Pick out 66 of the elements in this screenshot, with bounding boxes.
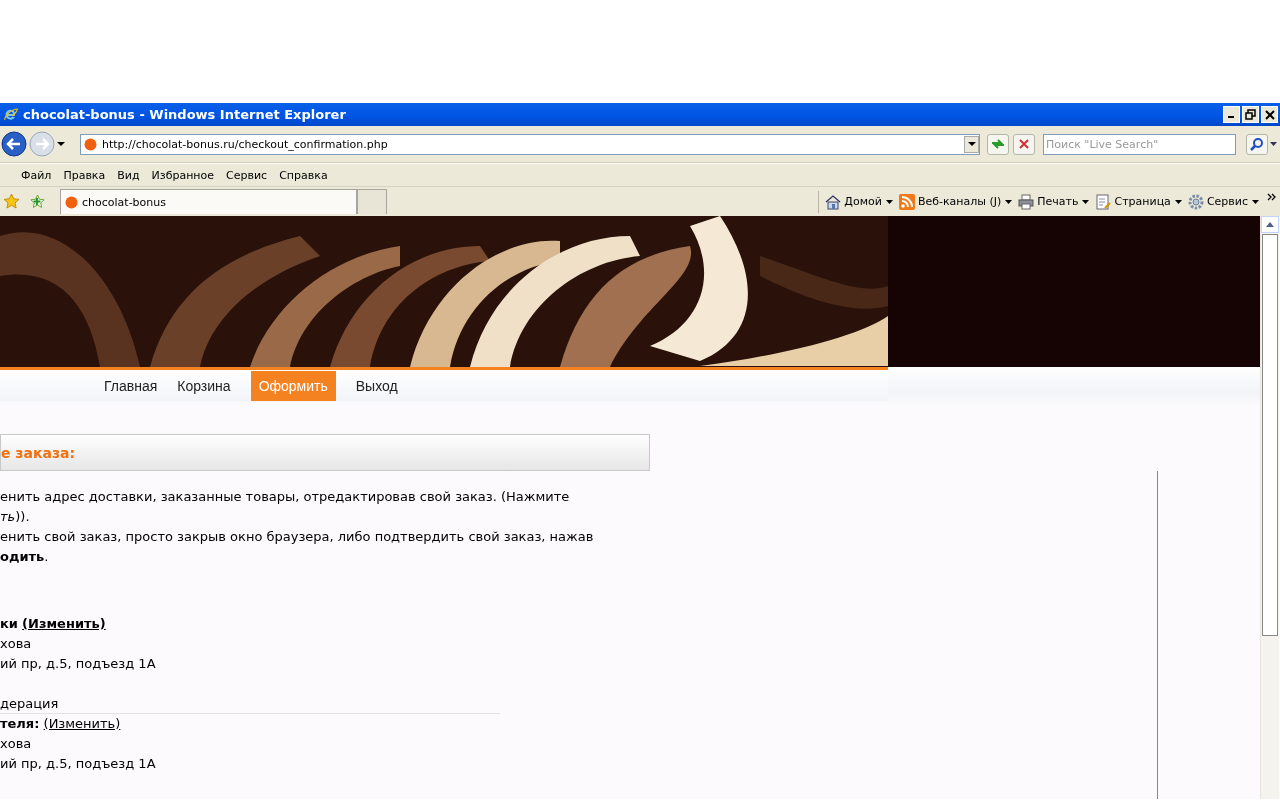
scrollbar[interactable]: [1260, 216, 1279, 799]
refresh-button[interactable]: [987, 133, 1009, 155]
dropdown-arrow-icon[interactable]: [1005, 199, 1013, 204]
toolbar-button[interactable]: Страница: [1093, 193, 1173, 210]
toolbar-button[interactable]: Сервис: [1185, 193, 1250, 210]
nav-link[interactable]: Главная: [96, 370, 166, 401]
section-heading: теля:: [0, 716, 40, 731]
edit-link[interactable]: (Изменить): [43, 716, 121, 731]
menu-item[interactable]: Файл: [15, 166, 58, 184]
restore-button[interactable]: [1242, 106, 1259, 123]
nav-link[interactable]: Корзина: [169, 370, 239, 401]
dropdown-arrow-icon[interactable]: [1252, 199, 1259, 204]
feed-icon: [898, 193, 915, 210]
panel-title: е заказа:: [0, 434, 650, 471]
browser-logo-icon: [3, 106, 19, 123]
instruction-text: енить адрес доставки, заказанные товары, отредактировав свой заказ. (Нажмите: [0, 488, 571, 506]
chevron-icon[interactable]: [1267, 192, 1276, 201]
menu-item[interactable]: Сервис: [220, 166, 274, 184]
page-icon: [1095, 193, 1112, 210]
back-button[interactable]: [1, 131, 27, 157]
printer-icon: [1018, 193, 1035, 210]
stop-button[interactable]: [1013, 133, 1035, 155]
toolbar-button[interactable]: Печать: [1016, 193, 1081, 210]
favorites-star-icon[interactable]: [3, 193, 20, 210]
dropdown-arrow-icon[interactable]: [57, 141, 66, 147]
menu-item[interactable]: Вид: [111, 166, 146, 184]
address-line: хова: [0, 635, 33, 653]
search-button[interactable]: [1246, 133, 1268, 155]
address-line: ий пр, д.5, подъезд 1А: [0, 755, 157, 773]
scroll-up-arrow-icon[interactable]: [1266, 222, 1274, 227]
instruction-text: ть)).: [0, 508, 31, 526]
dropdown-arrow-icon[interactable]: [1270, 141, 1278, 147]
address-line: ий пр, д.5, подъезд 1А: [0, 655, 157, 673]
add-favorite-icon[interactable]: [29, 193, 46, 210]
instruction-text: енить свой заказ, просто закрыв окно браузера, либо подтвердить свой заказ, нажав: [0, 528, 595, 546]
page-icon: [65, 195, 78, 209]
section-heading: ки: [0, 616, 18, 631]
nav-link[interactable]: Выход: [347, 370, 406, 401]
dropdown-arrow-icon[interactable]: [1174, 199, 1182, 204]
instruction-text: одить.: [0, 548, 50, 566]
browser-tab[interactable]: chocolat-bonus: [60, 189, 357, 214]
dropdown-button[interactable]: [964, 135, 979, 153]
close-button[interactable]: [1261, 106, 1278, 123]
refresh-icon: [991, 138, 1005, 150]
address-field[interactable]: http://chocolat-bonus.ru/checkout_confirmation.php: [80, 133, 980, 155]
search-icon: [1250, 137, 1264, 151]
window-title: chocolat-bonus - Windows Internet Explorer: [23, 107, 347, 122]
search-field[interactable]: Поиск "Live Search": [1043, 133, 1236, 155]
menu-item[interactable]: Избранное: [145, 166, 221, 184]
address-line: дерация: [0, 696, 59, 711]
toolbar-button[interactable]: Веб-каналы (J): [896, 193, 1004, 210]
home-icon: [825, 193, 842, 210]
menu-item[interactable]: Правка: [57, 166, 112, 184]
minimize-button[interactable]: [1223, 106, 1240, 123]
stop-icon: [1019, 139, 1029, 149]
close-icon: [1264, 109, 1275, 120]
address-line: хова: [0, 735, 33, 753]
dropdown-arrow-icon: [967, 141, 976, 147]
menu-item[interactable]: Справка: [273, 166, 334, 184]
toolbar-button[interactable]: Домой: [823, 193, 884, 210]
dropdown-arrow-icon[interactable]: [885, 199, 893, 204]
gear-icon: [1187, 193, 1204, 210]
edit-link[interactable]: (Изменить): [22, 616, 106, 631]
restore-icon: [1245, 109, 1256, 120]
dropdown-arrow-icon[interactable]: [1082, 199, 1090, 204]
page-icon: [84, 137, 97, 151]
